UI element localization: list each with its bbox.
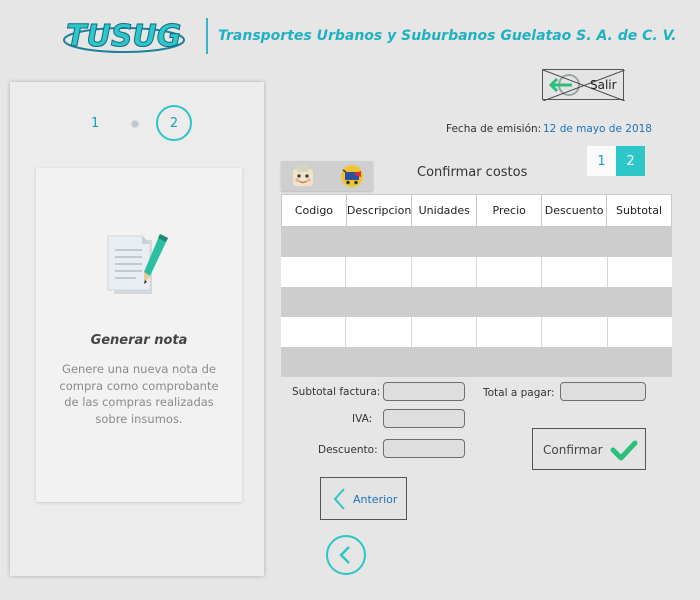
total-label: Total a pagar: bbox=[483, 387, 555, 399]
table-row[interactable] bbox=[281, 347, 672, 377]
table-toolbar bbox=[281, 161, 373, 191]
exit-button[interactable]: Salir bbox=[542, 69, 625, 101]
logo-text: TUSUG bbox=[66, 19, 181, 54]
exit-button-label: Salir bbox=[590, 78, 617, 92]
confirm-button[interactable]: Confirmar bbox=[532, 428, 646, 470]
total-field[interactable] bbox=[560, 382, 646, 401]
previous-button-label: Anterior bbox=[353, 493, 398, 506]
table-row[interactable] bbox=[281, 317, 672, 347]
page-1-button[interactable]: 1 bbox=[587, 146, 616, 176]
table-row[interactable] bbox=[281, 257, 672, 287]
card-description: Genere una nueva nota de compra como com… bbox=[59, 362, 219, 426]
page-2-label: 2 bbox=[626, 153, 635, 169]
column-header[interactable]: Subtotal bbox=[607, 195, 671, 226]
column-header[interactable]: Descripcion bbox=[347, 195, 413, 226]
table-header: Codigo Descripcion Unidades Precio Descu… bbox=[281, 194, 672, 227]
subtotal-label: Subtotal factura: bbox=[292, 386, 381, 398]
subtotal-field[interactable] bbox=[383, 382, 465, 401]
column-header[interactable]: Descuento bbox=[542, 195, 608, 226]
supplier-face-icon[interactable] bbox=[290, 163, 316, 189]
shopping-cart-icon[interactable] bbox=[339, 163, 365, 189]
page-2-button[interactable]: 2 bbox=[616, 146, 645, 176]
column-header[interactable]: Unidades bbox=[412, 195, 478, 226]
column-header[interactable]: Codigo bbox=[282, 195, 347, 226]
step-1-indicator[interactable]: 1 bbox=[91, 116, 99, 131]
iva-label: IVA: bbox=[352, 413, 373, 425]
column-header[interactable]: Precio bbox=[477, 195, 543, 226]
document-pen-icon bbox=[104, 230, 174, 302]
header-divider bbox=[206, 18, 208, 54]
table-row[interactable] bbox=[281, 227, 672, 257]
discount-field[interactable] bbox=[383, 439, 465, 458]
table-row[interactable] bbox=[281, 287, 672, 317]
checkmark-icon bbox=[610, 440, 638, 461]
emission-date-label: Fecha de emisión: bbox=[446, 123, 542, 135]
confirm-button-label: Confirmar bbox=[543, 443, 603, 457]
discount-label: Descuento: bbox=[318, 444, 378, 456]
page-1-label: 1 bbox=[597, 153, 606, 169]
card-title: Generar nota bbox=[90, 333, 188, 348]
company-name: Transportes Urbanos y Suburbanos Guelata… bbox=[218, 28, 677, 44]
step-2-label: 2 bbox=[169, 115, 179, 131]
chevron-left-icon bbox=[333, 488, 345, 510]
costs-table: Codigo Descripcion Unidades Precio Descu… bbox=[281, 194, 672, 377]
previous-button[interactable]: Anterior bbox=[320, 477, 407, 520]
iva-field[interactable] bbox=[383, 409, 465, 428]
step-2-indicator[interactable]: 2 bbox=[156, 105, 192, 141]
emission-date-value: 12 de mayo de 2018 bbox=[543, 123, 652, 135]
back-circle-icon[interactable] bbox=[326, 535, 366, 575]
company-logo: TUSUG bbox=[62, 16, 197, 58]
section-title: Confirmar costos bbox=[417, 165, 528, 180]
step-connector-dot bbox=[132, 121, 138, 127]
